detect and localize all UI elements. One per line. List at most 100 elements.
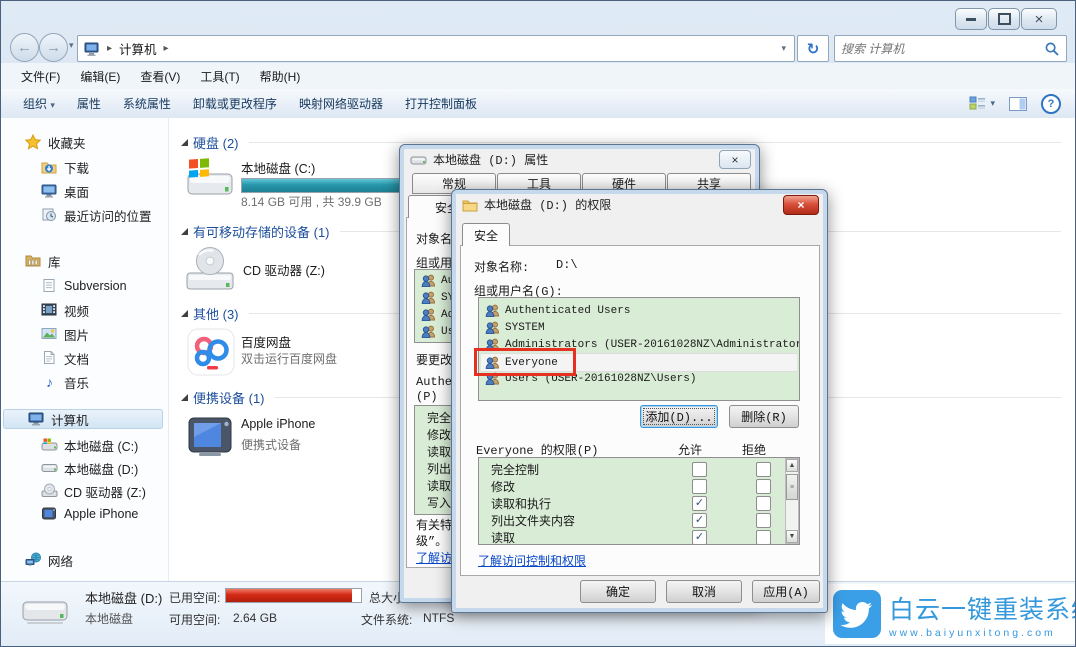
- search-input[interactable]: [835, 41, 1045, 56]
- documents-icon: [44, 351, 55, 364]
- allow-checkbox-full-control[interactable]: [692, 462, 707, 477]
- close-button[interactable]: ×: [1021, 8, 1057, 30]
- acl-entry-authenticated-users[interactable]: Authenticated Users: [481, 302, 797, 319]
- sidebar-item-apple-iphone[interactable]: Apple iPhone: [41, 504, 138, 524]
- sidebar-item-libraries[interactable]: 库: [25, 251, 61, 271]
- menu-file[interactable]: 文件(F): [21, 68, 60, 85]
- sidebar-item-local-disk-c[interactable]: 本地磁盘 (C:): [41, 435, 138, 455]
- apple-iphone-icon[interactable]: [185, 412, 235, 460]
- allow-checkbox-modify[interactable]: [692, 479, 707, 494]
- uninstall-program-button[interactable]: 卸载或更改程序: [193, 95, 277, 112]
- sidebar-item-network[interactable]: 网络: [25, 550, 73, 570]
- permissions-dialog-titlebar[interactable]: 本地磁盘 (D:) 的权限: [462, 196, 611, 213]
- apple-iphone-label[interactable]: Apple iPhone: [241, 417, 315, 431]
- collapse-triangle-icon[interactable]: [181, 309, 188, 317]
- views-button[interactable]: ▾: [969, 96, 995, 111]
- users-group-icon: [421, 325, 436, 338]
- search-box[interactable]: [834, 35, 1067, 62]
- breadcrumb-computer[interactable]: 计算机: [119, 39, 157, 58]
- organize-button[interactable]: 组织 ▾: [23, 95, 55, 112]
- sidebar-item-desktop[interactable]: 桌面: [41, 181, 89, 201]
- deny-checkbox-read-execute[interactable]: [756, 496, 771, 511]
- sidebar-item-computer[interactable]: 计算机: [3, 409, 163, 429]
- menu-help[interactable]: 帮助(H): [260, 68, 301, 85]
- local-disk-c-label[interactable]: 本地磁盘 (C:): [241, 158, 315, 177]
- refresh-button[interactable]: ↻: [797, 35, 829, 62]
- acl-entry-system[interactable]: SYSTEM: [481, 319, 797, 336]
- allow-checkbox-read[interactable]: ✓: [692, 530, 707, 544]
- sidebar-item-local-disk-d[interactable]: 本地磁盘 (D:): [41, 458, 138, 478]
- sidebar-item-favorites[interactable]: 收藏夹: [25, 132, 86, 152]
- deny-checkbox-list-folder[interactable]: [756, 513, 771, 528]
- properties-close-button[interactable]: ×: [719, 150, 751, 169]
- collapse-triangle-icon[interactable]: [181, 393, 188, 401]
- back-button[interactable]: ←: [10, 33, 39, 62]
- maximize-button[interactable]: [988, 8, 1020, 30]
- status-drive-name: 本地磁盘 (D:): [85, 591, 163, 606]
- watermark-url[interactable]: www.baiyunxitong.com: [889, 627, 1075, 639]
- scrollbar[interactable]: ▲ ≡ ▼: [785, 458, 799, 544]
- remove-button[interactable]: 删除(R): [729, 405, 799, 428]
- permission-row-full-control: 完全控制: [491, 464, 540, 478]
- cancel-button[interactable]: 取消: [666, 580, 742, 603]
- local-disk-c-detail: 8.14 GB 可用 , 共 39.9 GB: [241, 195, 382, 209]
- close-icon: ×: [797, 198, 805, 212]
- baidu-netdisk-label[interactable]: 百度网盘: [241, 332, 291, 351]
- properties-button[interactable]: 属性: [77, 95, 101, 112]
- deny-checkbox-modify[interactable]: [756, 479, 771, 494]
- deny-checkbox-read[interactable]: [756, 530, 771, 544]
- acl-help-link[interactable]: 了解访问控制和权限: [478, 552, 586, 569]
- permission-list[interactable]: 完全控制 修改 读取和执行 列出文件夹内容 读取 ✓ ✓ ✓ ▲ ≡ ▼: [478, 457, 800, 545]
- local-disk-c-icon[interactable]: [184, 158, 236, 202]
- open-control-panel-button[interactable]: 打开控制面板: [405, 95, 477, 112]
- computer-icon: [84, 42, 99, 56]
- permission-row: 写入: [427, 497, 452, 511]
- history-chevron-icon[interactable]: ▾: [69, 40, 74, 51]
- allow-checkbox-read-execute[interactable]: ✓: [692, 496, 707, 511]
- sidebar-item-documents[interactable]: 文档: [41, 348, 89, 368]
- ok-button[interactable]: 确定: [580, 580, 656, 603]
- sidebar-item-videos[interactable]: 视频: [41, 300, 89, 320]
- deny-checkbox-full-control[interactable]: [756, 462, 771, 477]
- navigation-bar: ← → ▾ ▸ 计算机 ▸ ▾ ↻: [1, 32, 1075, 62]
- forward-button[interactable]: →: [39, 33, 68, 62]
- preview-pane-icon[interactable]: [1009, 96, 1027, 111]
- sidebar-item-recent-places[interactable]: 最近访问的位置: [41, 205, 152, 225]
- cd-drive-label[interactable]: CD 驱动器 (Z:): [243, 260, 325, 279]
- sidebar-item-music[interactable]: ♪ 音乐: [41, 372, 89, 392]
- address-dropdown-icon[interactable]: ▾: [781, 43, 786, 54]
- map-network-drive-button[interactable]: 映射网络驱动器: [299, 95, 383, 112]
- properties-dialog-titlebar[interactable]: 本地磁盘 (D:) 属性: [410, 151, 548, 168]
- address-bar[interactable]: ▸ 计算机 ▸ ▾: [77, 35, 795, 62]
- watermark: 白云一键重装系统 www.baiyunxitong.com: [825, 584, 1075, 644]
- sidebar-item-subversion[interactable]: Subversion: [41, 276, 127, 296]
- add-button[interactable]: 添加(D)...: [640, 405, 718, 428]
- maximize-icon: [997, 13, 1011, 25]
- apply-button[interactable]: 应用(A): [752, 580, 820, 603]
- menu-tools[interactable]: 工具(T): [200, 68, 239, 85]
- system-properties-button[interactable]: 系统属性: [123, 95, 171, 112]
- sidebar-item-cd-drive[interactable]: CD 驱动器 (Z:): [41, 481, 146, 501]
- libraries-icon: [25, 255, 41, 267]
- help-button[interactable]: ?: [1041, 93, 1061, 114]
- menu-edit[interactable]: 编辑(E): [80, 68, 120, 85]
- allow-checkbox-list-folder[interactable]: ✓: [692, 513, 707, 528]
- scroll-up-icon[interactable]: ▲: [786, 459, 798, 472]
- search-icon[interactable]: [1045, 42, 1059, 56]
- minimize-button[interactable]: [955, 8, 987, 30]
- scroll-down-icon[interactable]: ▼: [786, 530, 798, 543]
- cd-drive-icon[interactable]: [184, 246, 236, 294]
- close-icon: ×: [731, 152, 739, 167]
- videos-icon: [41, 303, 57, 316]
- organize-dropdown-icon: ▾: [50, 100, 55, 110]
- permissions-close-button[interactable]: ×: [783, 195, 819, 215]
- scrollbar-thumb[interactable]: ≡: [786, 474, 798, 500]
- sidebar-item-downloads[interactable]: 下载: [41, 157, 89, 177]
- collapse-triangle-icon[interactable]: [181, 227, 188, 235]
- collapse-triangle-icon[interactable]: [181, 138, 188, 146]
- watermark-logo: [833, 590, 881, 638]
- menu-view[interactable]: 查看(V): [140, 68, 180, 85]
- sidebar-item-pictures[interactable]: 图片: [41, 324, 89, 344]
- tab-security[interactable]: 安全: [462, 223, 510, 246]
- baidu-netdisk-icon[interactable]: [187, 328, 235, 376]
